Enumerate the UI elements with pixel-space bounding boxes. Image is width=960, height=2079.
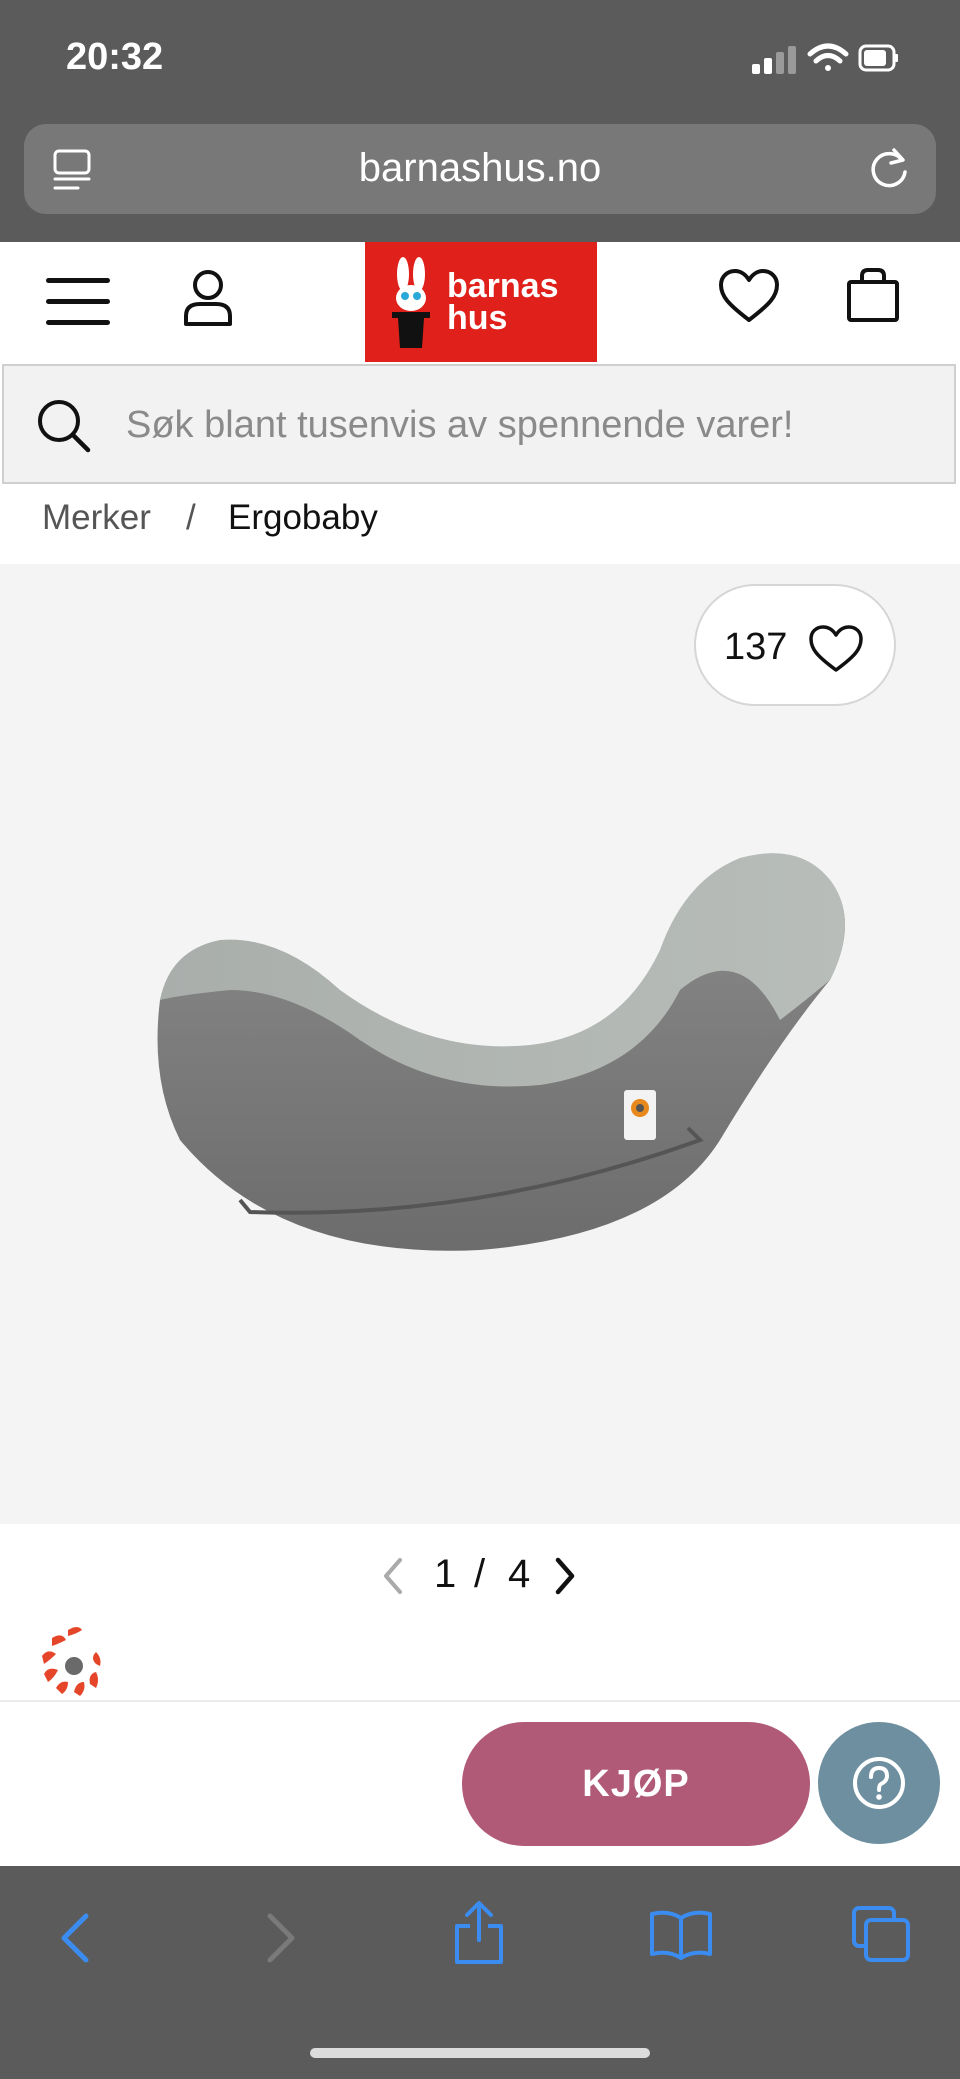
pager-current: 1: [434, 1552, 457, 1596]
question-icon[interactable]: [850, 1754, 908, 1812]
tabs-icon[interactable]: [850, 1904, 914, 1964]
battery-icon: [858, 44, 898, 72]
rabbit-logo-icon: [392, 257, 430, 348]
logo-text: barnas hus: [447, 267, 559, 337]
share-icon[interactable]: [452, 1900, 506, 1966]
breadcrumb-separator: /: [186, 498, 196, 537]
heart-icon[interactable]: [808, 624, 864, 674]
status-time: 20:32: [66, 36, 164, 78]
heart-icon[interactable]: [718, 268, 780, 324]
url-text[interactable]: barnashus.no: [0, 146, 960, 191]
breadcrumb-merker[interactable]: Merker: [42, 498, 151, 538]
pager-total: 4: [508, 1552, 531, 1596]
chevron-left-icon[interactable]: [380, 1556, 406, 1596]
account-icon[interactable]: [182, 268, 234, 328]
wifi-icon: [807, 43, 849, 71]
search-input[interactable]: Søk blant tusenvis av spennende varer!: [126, 404, 794, 447]
breadcrumb-current: Ergobaby: [228, 498, 378, 537]
ergobaby-logo-icon[interactable]: [38, 1624, 106, 1698]
bookmarks-icon[interactable]: [648, 1908, 714, 1962]
search-icon[interactable]: [36, 398, 92, 454]
back-icon[interactable]: [58, 1912, 92, 1964]
logo-line-2: hus: [447, 299, 508, 337]
like-count: 137: [724, 626, 788, 668]
status-icons: [752, 43, 898, 74]
logo-line-1: barnas: [447, 267, 559, 305]
forward-icon: [267, 1913, 295, 1963]
home-indicator: [310, 2048, 650, 2058]
bag-icon[interactable]: [846, 266, 900, 324]
product-image[interactable]: [140, 840, 860, 1270]
menu-icon[interactable]: [46, 276, 112, 328]
chevron-right-icon[interactable]: [552, 1556, 578, 1596]
buy-button[interactable]: KJØP: [462, 1722, 810, 1846]
action-bar-divider: [0, 1700, 960, 1702]
signal-icon: [752, 46, 796, 74]
reload-icon[interactable]: [866, 146, 912, 192]
pager-separator: /: [474, 1552, 486, 1596]
